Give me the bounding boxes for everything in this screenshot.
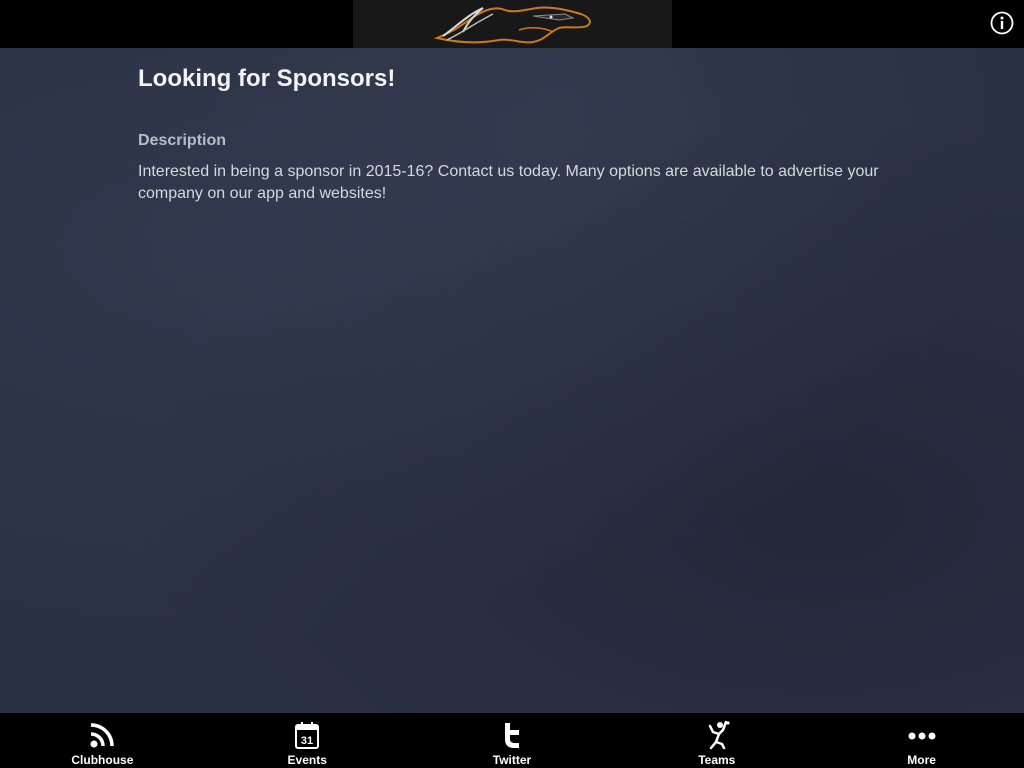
sponsor-detail: Looking for Sponsors! Description Intere… [138,62,898,205]
page-title: Looking for Sponsors! [138,65,396,92]
description-text: Interested in being a sponsor in 2015-16… [138,163,879,202]
more-dots-icon [908,732,936,740]
mustang-horse-logo [433,6,591,44]
tab-label: Twitter [492,753,532,767]
athlete-icon [708,720,730,750]
calendar-day: 31 [301,735,313,747]
bottom-tab-bar: Clubhouse 31 Events Twitter Teams More [0,713,1024,768]
tab-events[interactable]: 31 Events [205,713,410,768]
tab-label: Clubhouse [71,753,134,767]
calendar-icon: 31 [295,722,320,749]
twitter-icon [504,723,519,748]
description-label: Description [138,132,227,149]
tab-label: More [907,753,936,767]
tab-more[interactable]: More [819,713,1024,768]
tab-teams[interactable]: Teams [614,713,819,768]
info-button[interactable] [990,11,1014,35]
tab-clubhouse[interactable]: Clubhouse [0,713,205,768]
tab-twitter[interactable]: Twitter [410,713,615,768]
info-icon [990,11,1014,35]
app-header [0,0,1024,48]
rss-feed-icon [90,723,115,748]
tab-label: Events [287,753,327,767]
logo-banner [353,0,672,48]
tab-label: Teams [698,753,736,767]
